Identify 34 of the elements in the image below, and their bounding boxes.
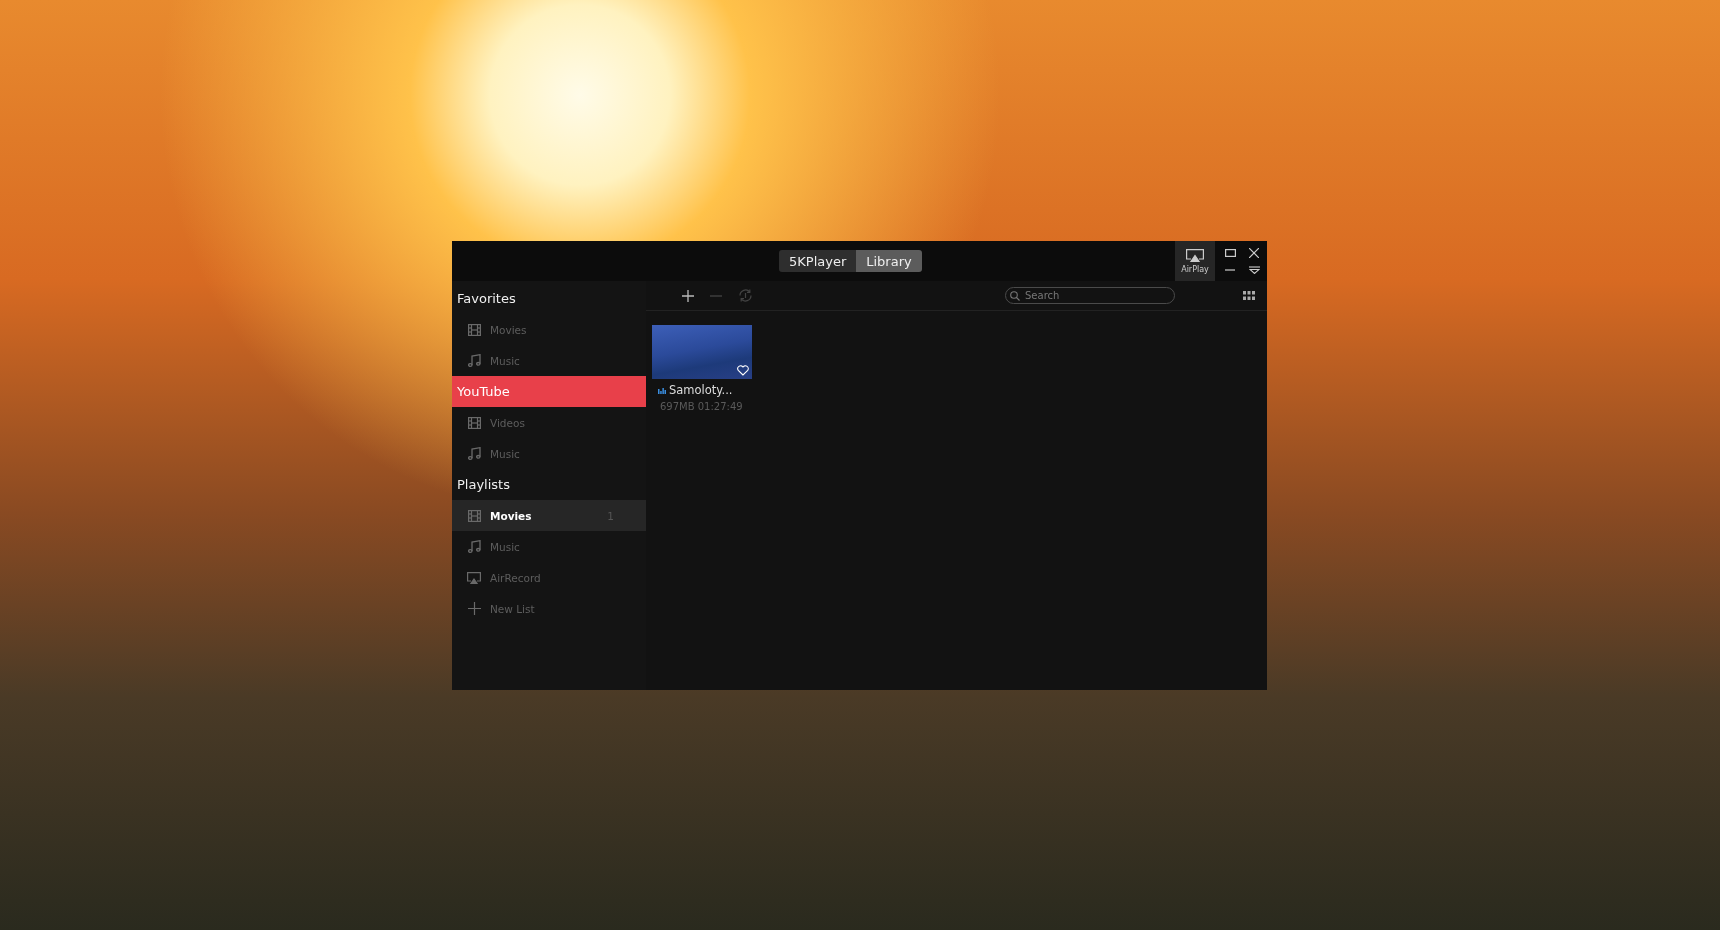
sidebar-item[interactable]: AirRecord <box>452 562 646 593</box>
heart-icon[interactable] <box>737 365 749 376</box>
film-icon <box>467 509 481 522</box>
sidebar-item[interactable]: Movies <box>452 314 646 345</box>
grid-view-icon[interactable] <box>1243 291 1255 300</box>
maximize-icon[interactable] <box>1224 249 1236 257</box>
plus-icon <box>467 602 481 615</box>
add-icon[interactable] <box>682 289 694 302</box>
close-icon[interactable] <box>1249 248 1259 258</box>
tab[interactable]: 5KPlayer <box>779 250 857 272</box>
music-note-icon <box>467 447 481 460</box>
sidebar-item[interactable]: Music <box>452 531 646 562</box>
sidebar-item[interactable]: Music <box>452 438 646 469</box>
music-note-icon <box>467 354 481 367</box>
search-field[interactable]: Search <box>1005 287 1175 304</box>
airplay-button[interactable]: AirPlay <box>1175 241 1215 281</box>
media-info: 697MB 01:27:49 <box>660 401 744 412</box>
tab[interactable]: Library <box>856 250 922 272</box>
screen-icon <box>467 571 481 584</box>
dropdown-icon[interactable] <box>1248 266 1260 274</box>
sidebar-item[interactable]: New List <box>452 593 646 624</box>
music-note-icon <box>467 540 481 553</box>
sidebar-item[interactable]: Music <box>452 345 646 376</box>
airplay-icon <box>1186 248 1204 263</box>
sidebar-item[interactable]: Videos <box>452 407 646 438</box>
sidebar-section-header[interactable]: Favorites <box>452 283 646 314</box>
search-icon <box>1010 291 1020 301</box>
video-thumbnail[interactable] <box>652 325 752 379</box>
equalizer-icon <box>658 386 666 394</box>
media-title: Samoloty... <box>669 383 733 397</box>
film-icon <box>467 416 481 429</box>
sidebar-section-header[interactable]: YouTube <box>452 376 646 407</box>
film-icon <box>467 323 481 336</box>
sidebar-section-header[interactable]: Playlists <box>452 469 646 500</box>
